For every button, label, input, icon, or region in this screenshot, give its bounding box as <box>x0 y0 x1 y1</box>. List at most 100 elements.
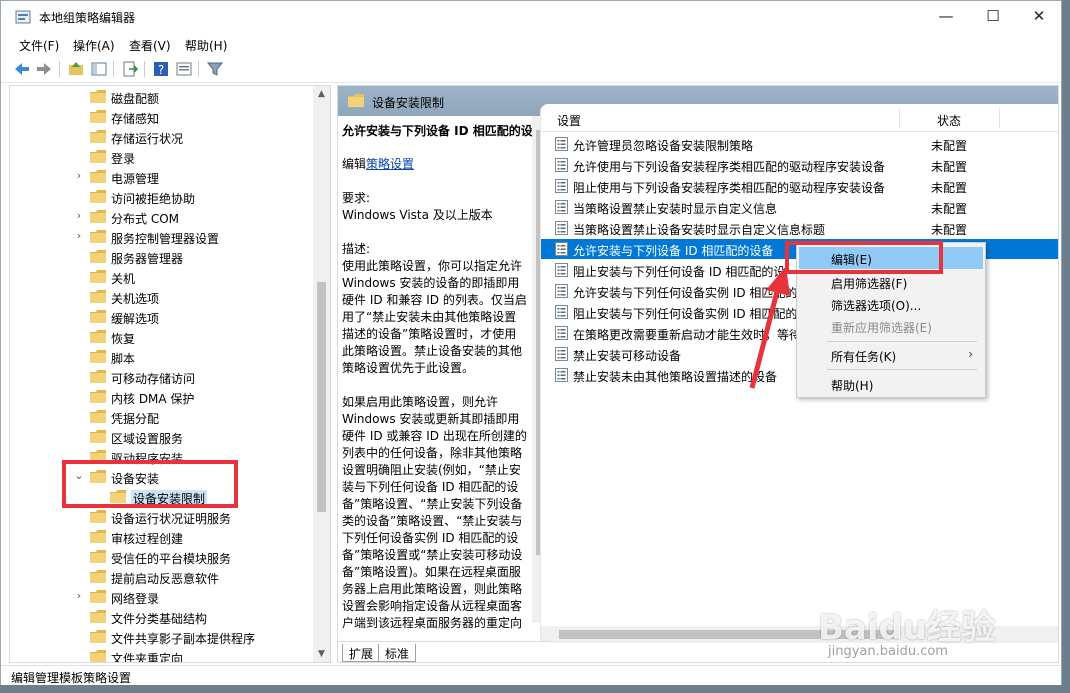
menu-action[interactable]: 操作(A) <box>73 37 115 54</box>
submenu-arrow-icon: › <box>968 347 973 361</box>
expand-arrow-icon[interactable]: › <box>73 229 85 242</box>
tree-item[interactable]: 存储感知 <box>10 107 314 127</box>
tree-item-label: 磁盘配额 <box>111 92 160 106</box>
tab-extended[interactable]: 扩展 <box>342 644 381 662</box>
tree-item[interactable]: 文件分类基础结构 <box>10 607 314 627</box>
tree-item[interactable]: › 服务控制管理器设置 <box>10 227 314 247</box>
close-button[interactable]: ✕ <box>1016 1 1062 31</box>
scroll-down-arrow-icon[interactable]: ▼ <box>313 646 330 662</box>
tree-item[interactable]: 文件夹重定向 <box>10 647 314 662</box>
tree-item[interactable]: 可移动存储访问 <box>10 367 314 387</box>
menu-view[interactable]: 查看(V) <box>129 37 171 54</box>
column-state[interactable]: 状态 <box>937 112 961 129</box>
table-row[interactable]: 当策略设置禁止设备安装时显示自定义信息标题 未配置 <box>541 218 1058 238</box>
context-help[interactable]: 帮助(H) <box>799 373 983 395</box>
toolbar: ? <box>1 55 1061 83</box>
table-row[interactable]: 允许管理员忽略设备安装限制策略 未配置 <box>541 134 1058 154</box>
policy-name: 当策略设置禁止安装时显示自定义信息 <box>573 202 778 216</box>
tab-standard[interactable]: 标准 <box>378 644 417 662</box>
tree-item-label: 缓解选项 <box>111 312 160 326</box>
filter-icon[interactable] <box>206 60 224 78</box>
menu-file[interactable]: 文件(F) <box>19 37 59 54</box>
column-divider[interactable] <box>999 108 1000 128</box>
help-icon[interactable]: ? <box>152 60 170 78</box>
back-icon[interactable] <box>13 60 31 78</box>
toolbar-separator <box>198 61 199 77</box>
tree-item[interactable]: 提前启动反恶意软件 <box>10 567 314 587</box>
folder-icon <box>90 110 106 123</box>
tree-item[interactable]: › 分布式 COM <box>10 207 314 227</box>
show-hide-tree-icon[interactable] <box>90 60 108 78</box>
highlight-box-tree <box>62 460 238 508</box>
column-divider[interactable] <box>899 108 900 128</box>
policy-setting-icon <box>555 263 568 277</box>
tree-item[interactable]: 存储运行状况 <box>10 127 314 147</box>
properties-icon[interactable] <box>175 60 193 78</box>
tree-item[interactable]: 恢复 <box>10 327 314 347</box>
policy-setting-icon <box>555 221 568 235</box>
context-all-tasks[interactable]: 所有任务(K) › <box>799 344 983 366</box>
tree-item[interactable]: 设备运行状况证明服务 <box>10 507 314 527</box>
policy-settings-link[interactable]: 策略设置 <box>366 157 414 171</box>
table-row[interactable]: 当策略设置禁止安装时显示自定义信息 未配置 <box>541 197 1058 217</box>
tree-item-label: 网络登录 <box>111 592 160 606</box>
context-all-tasks-label: 所有任务(K) <box>831 350 897 364</box>
context-enable-filter[interactable]: 启用筛选器(F) <box>799 271 983 293</box>
tree-item[interactable]: 关机选项 <box>10 287 314 307</box>
context-filter-options[interactable]: 筛选器选项(O)... <box>799 293 983 315</box>
scroll-thumb[interactable] <box>317 282 326 512</box>
expand-arrow-icon[interactable]: › <box>73 209 85 222</box>
tree-vertical-scrollbar[interactable]: ▲ ▼ <box>313 86 330 662</box>
column-setting[interactable]: 设置 <box>557 112 581 129</box>
table-row[interactable]: 阻止使用与下列设备安装程序类相匹配的驱动程序安装设备 未配置 <box>541 176 1058 196</box>
expand-arrow-icon[interactable]: › <box>73 169 85 182</box>
policy-name: 禁止安装可移动设备 <box>573 349 682 363</box>
folder-icon <box>90 90 106 103</box>
tree-item[interactable]: 磁盘配额 <box>10 87 314 107</box>
tree-item-label: 可移动存储访问 <box>111 372 196 386</box>
minimize-button[interactable]: — <box>923 1 969 31</box>
folder-icon <box>90 210 106 223</box>
folder-icon <box>90 390 106 403</box>
table-row[interactable]: 允许使用与下列设备安装程序类相匹配的驱动程序安装设备 未配置 <box>541 155 1058 175</box>
tree-item[interactable]: 内核 DMA 保护 <box>10 387 314 407</box>
tree-item-label: 提前启动反恶意软件 <box>111 572 220 586</box>
description-paragraph-1: 使用此策略设置，你可以指定允许 Windows 安装的设备的即插即用硬件 ID … <box>342 259 527 375</box>
view-tabs: 扩展 标准 <box>338 641 550 662</box>
tree-item[interactable]: 审核过程创建 <box>10 527 314 547</box>
title-bar: 本地组策略编辑器 — ☐ ✕ <box>1 1 1061 33</box>
context-separator <box>827 341 977 342</box>
policy-state: 未配置 <box>931 202 968 216</box>
policy-name: 允许使用与下列设备安装程序类相匹配的驱动程序安装设备 <box>573 160 886 174</box>
maximize-button[interactable]: ☐ <box>970 1 1016 31</box>
tree-item[interactable]: 服务器管理器 <box>10 247 314 267</box>
tree-item[interactable]: 区域设置服务 <box>10 427 314 447</box>
policy-setting-icon <box>555 200 568 214</box>
tree-item[interactable]: 登录 <box>10 147 314 167</box>
tree-item[interactable]: 缓解选项 <box>10 307 314 327</box>
tree-pane[interactable]: ▲ ▼ 磁盘配额 存储感知存储运行状况 登录 › 电源管理 访问被拒绝协助 › 分布式 COM… <box>9 85 331 663</box>
tree-item[interactable]: 受信任的平台模块服务 <box>10 547 314 567</box>
tree-item[interactable]: 凭据分配 <box>10 407 314 427</box>
tree-item[interactable]: 文件共享影子副本提供程序 <box>10 627 314 647</box>
up-folder-icon[interactable] <box>67 60 85 78</box>
folder-icon <box>90 650 106 662</box>
toolbar-separator <box>113 61 114 77</box>
export-list-icon[interactable] <box>121 60 139 78</box>
expand-arrow-icon[interactable]: › <box>73 589 85 602</box>
tree-item[interactable]: › 网络登录 <box>10 587 314 607</box>
menu-help[interactable]: 帮助(H) <box>185 37 227 54</box>
forward-icon[interactable] <box>35 60 53 78</box>
tree-item[interactable]: 访问被拒绝协助 <box>10 187 314 207</box>
policy-setting-icon <box>555 347 568 361</box>
tree-item[interactable]: 脚本 <box>10 347 314 367</box>
policy-setting-icon <box>555 179 568 193</box>
tree-item-label: 关机选项 <box>111 292 160 306</box>
tree-item[interactable]: 关机 <box>10 267 314 287</box>
menu-bar: 文件(F) 操作(A) 查看(V) 帮助(H) <box>1 33 1061 55</box>
tree-item[interactable]: › 电源管理 <box>10 167 314 187</box>
scroll-up-arrow-icon[interactable]: ▲ <box>313 86 330 102</box>
folder-icon <box>90 190 106 203</box>
requirement-label: 要求: <box>342 191 371 205</box>
tree-item-label: 存储运行状况 <box>111 132 184 146</box>
